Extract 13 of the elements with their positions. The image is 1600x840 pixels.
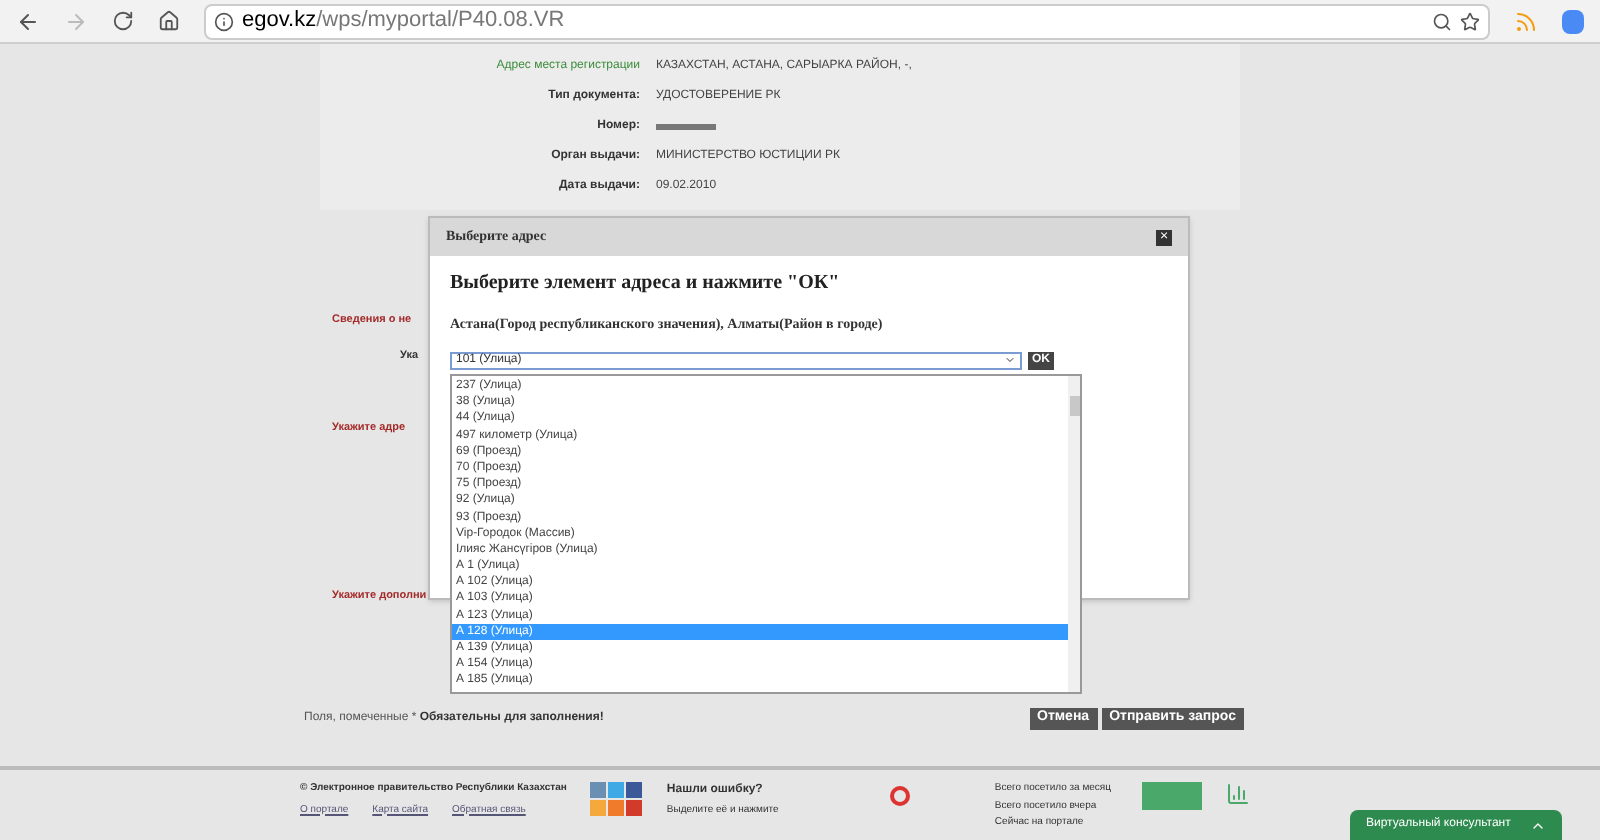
chart-icon — [1226, 782, 1251, 806]
search-icon[interactable] — [1432, 11, 1452, 31]
url-text: egov.kz/wps/myportal/P40.08.VR — [242, 6, 567, 37]
home-icon[interactable] — [158, 10, 180, 32]
redacted-bar — [656, 124, 716, 130]
reload-icon[interactable] — [112, 10, 134, 32]
star-icon[interactable] — [1460, 11, 1480, 31]
dropdown-caret-icon — [1004, 354, 1016, 366]
info-icon[interactable] — [214, 11, 234, 31]
social-icons-drawing — [590, 782, 643, 816]
dialog-heading: Выберите элемент адреса и нажмите "ОК" — [450, 270, 842, 298]
address-bar[interactable]: egov.kz/wps/myportal/P40.08.VR — [204, 3, 1490, 39]
back-icon[interactable] — [16, 9, 40, 33]
